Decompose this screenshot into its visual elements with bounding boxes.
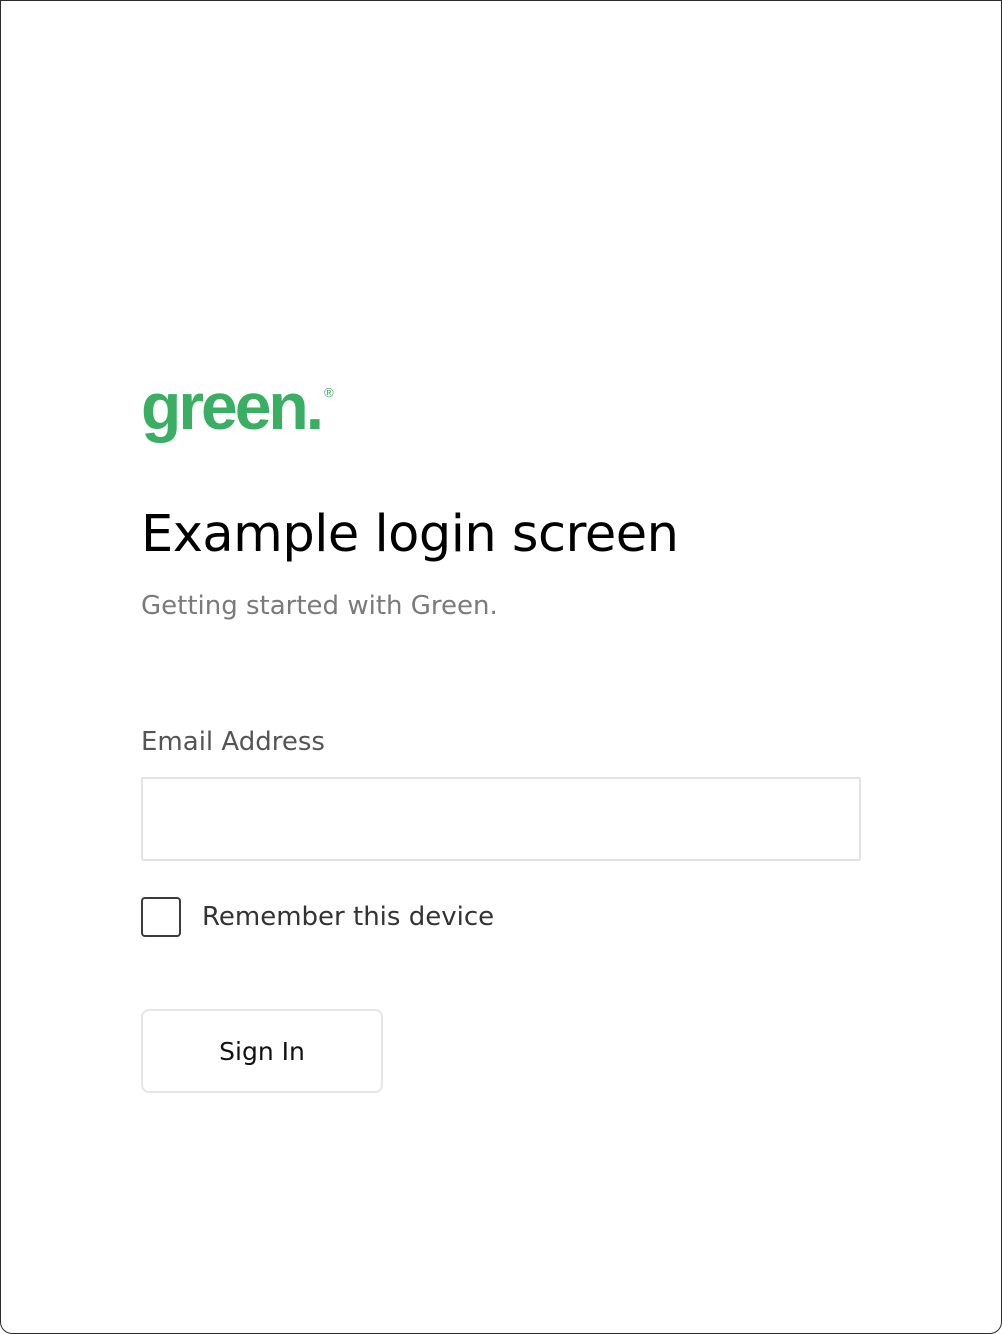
page-subtitle: Getting started with Green.	[141, 591, 498, 621]
login-window: green. ® Example login screen Getting st…	[0, 0, 1002, 1334]
login-form: green. ® Example login screen Getting st…	[141, 373, 861, 1093]
email-label: Email Address	[141, 727, 325, 757]
email-field[interactable]	[141, 777, 861, 861]
page-title: Example login screen	[141, 505, 679, 564]
remember-device-checkbox[interactable]	[141, 897, 181, 937]
remember-device-label[interactable]: Remember this device	[202, 900, 494, 934]
registered-trademark-icon: ®	[324, 385, 334, 400]
logo-wordmark: green.	[141, 369, 324, 443]
remember-device-row[interactable]: Remember this device	[141, 897, 861, 937]
green-logo: green. ®	[141, 373, 861, 443]
sign-in-button[interactable]: Sign In	[141, 1009, 383, 1093]
